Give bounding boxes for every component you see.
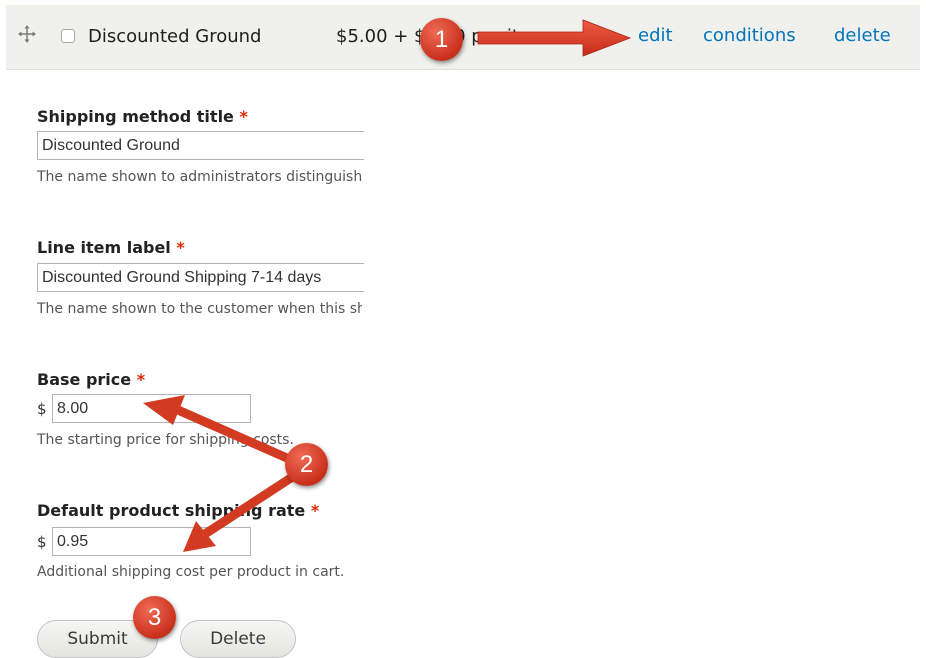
delete-button[interactable]: Delete xyxy=(180,620,296,658)
base-price-label: Base price * xyxy=(37,370,146,389)
conditions-link[interactable]: conditions xyxy=(703,25,796,46)
step-marker-2: 2 xyxy=(285,443,328,486)
required-marker: * xyxy=(176,238,185,257)
line-item-label-description: The name shown to the customer when this… xyxy=(37,301,362,317)
drag-handle-icon[interactable] xyxy=(18,25,36,43)
row-select-checkbox[interactable] xyxy=(61,29,75,43)
base-price-currency: $ xyxy=(37,400,47,418)
required-marker: * xyxy=(136,370,146,389)
delete-link[interactable]: delete xyxy=(834,25,891,46)
shipping-method-title-label: Shipping method title * xyxy=(37,107,248,126)
default-product-rate-description: Additional shipping cost per product in … xyxy=(37,564,345,580)
default-product-rate-currency: $ xyxy=(37,533,47,551)
shipping-method-title-description: The name shown to administrators disting… xyxy=(37,169,362,185)
shipping-method-title-input[interactable] xyxy=(37,131,364,160)
base-price-input[interactable] xyxy=(52,394,251,423)
required-marker: * xyxy=(239,107,248,126)
line-item-label-label: Line item label * xyxy=(37,238,185,257)
step-marker-3: 3 xyxy=(133,596,176,639)
shipping-method-name: Discounted Ground xyxy=(88,26,262,47)
line-item-label-input[interactable] xyxy=(37,263,364,292)
default-product-rate-label: Default product shipping rate * xyxy=(37,501,320,520)
edit-link[interactable]: edit xyxy=(638,25,673,46)
annotation-arrows xyxy=(143,19,632,552)
required-marker: * xyxy=(310,501,320,520)
step-marker-1: 1 xyxy=(420,18,463,61)
default-product-rate-input[interactable] xyxy=(52,527,251,556)
